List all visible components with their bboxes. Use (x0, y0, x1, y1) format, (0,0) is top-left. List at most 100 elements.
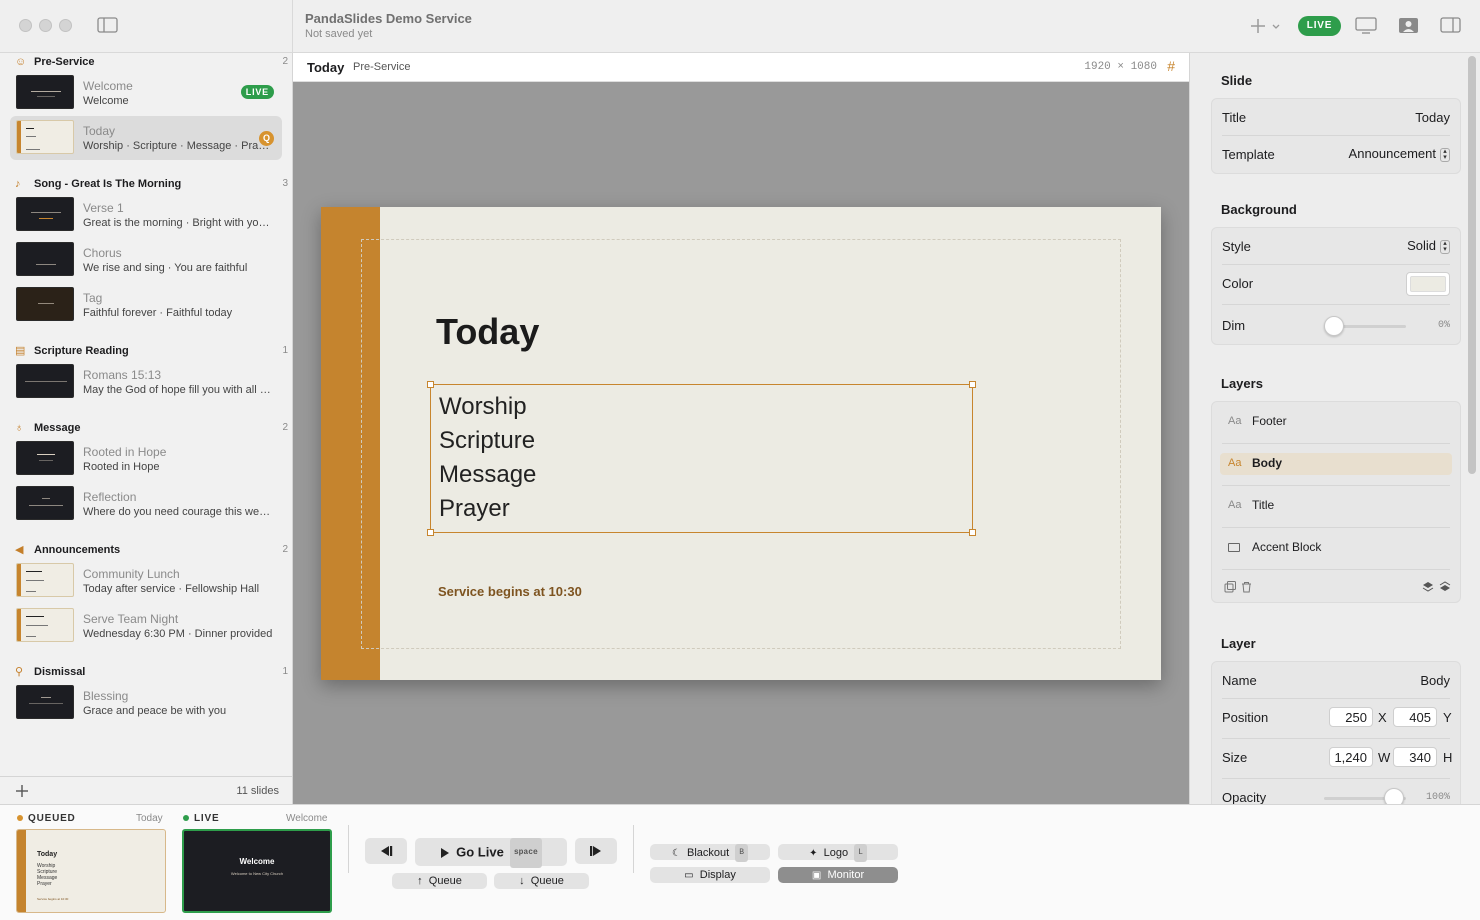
previous-icon (381, 846, 393, 856)
live-badge: LIVE (240, 85, 274, 99)
previous-slide-button[interactable] (365, 838, 407, 864)
slide-item-reflection[interactable]: Reflection Where do you need courage thi… (10, 482, 282, 526)
live-label: LIVE (194, 813, 220, 824)
resize-handle[interactable] (427, 381, 434, 388)
slide-item-today[interactable]: Today Worship · Scripture · Message · Pr… (10, 116, 282, 160)
slide-section-header: Slide (1221, 73, 1253, 88)
duplicate-layer-icon[interactable] (1224, 581, 1236, 593)
slide-item-serve-team-night[interactable]: Serve Team Night Wednesday 6:30 PM · Din… (10, 604, 282, 648)
minimize-window-button[interactable] (39, 19, 52, 32)
resize-handle[interactable] (969, 381, 976, 388)
size-width-field[interactable]: 1,240 (1329, 747, 1373, 767)
slide-thumbnail (16, 75, 74, 109)
slide-thumbnail (16, 197, 74, 231)
slide-footer-layer[interactable]: Service begins at 10:30 (438, 584, 582, 599)
body-line: Message (439, 461, 537, 488)
queued-label: QUEUED (28, 813, 76, 824)
slide-item-welcome[interactable]: Welcome Welcome LIVE (10, 71, 282, 115)
background-color-well[interactable] (1406, 272, 1450, 296)
size-height-field[interactable]: 340 (1393, 747, 1437, 767)
arrow-up-icon: ↑ (417, 875, 423, 887)
text-layer-icon: Aa (1228, 499, 1242, 511)
layer-row-title[interactable]: Aa Title (1220, 495, 1452, 517)
display-toggle-button[interactable]: ▭ Display (650, 867, 770, 883)
slide-preview[interactable]: Today Worship Scripture Message Prayer S… (321, 207, 1161, 680)
resolution-label: 1920 × 1080 (1084, 61, 1157, 73)
go-live-button[interactable]: Go Live space (415, 838, 567, 868)
grid-icon[interactable]: # (1167, 58, 1175, 74)
resize-handle[interactable] (427, 529, 434, 536)
stage-monitor-icon: ▣ (811, 870, 822, 881)
next-icon (590, 846, 601, 856)
layer-row-body[interactable]: Aa Body (1220, 453, 1452, 475)
sparkle-icon: ✦ (809, 847, 818, 859)
live-indicator-button[interactable]: LIVE (1298, 16, 1341, 36)
sidebar-footer: 11 slides (0, 776, 292, 804)
moon-icon: ☾ (671, 847, 681, 859)
blackout-button[interactable]: ☾ Blackout B (650, 844, 770, 862)
slide-count: 11 slides (236, 785, 279, 797)
slide-item-romans[interactable]: Romans 15:13 May the God of hope fill yo… (10, 360, 282, 404)
slide-item-community-lunch[interactable]: Community Lunch Today after service · Fe… (10, 559, 282, 603)
monitor-toggle-button[interactable]: ▣ Monitor (778, 867, 898, 883)
next-slide-button[interactable] (575, 838, 617, 864)
megaphone-icon: ◀ (15, 544, 24, 556)
resize-handle[interactable] (969, 529, 976, 536)
title-bar: PandaSlides Demo Service Not saved yet L… (0, 0, 1480, 53)
stage-monitor-icon[interactable] (1398, 17, 1419, 34)
position-y-field[interactable]: 405 (1393, 707, 1437, 727)
template-select[interactable]: Announcement ▴ ▾ (1349, 146, 1450, 162)
arrow-down-icon: ↓ (519, 875, 525, 887)
queued-dot (17, 815, 23, 821)
dim-slider-thumb[interactable] (1324, 316, 1344, 336)
inspector-toggle-icon[interactable] (1440, 17, 1461, 33)
send-backward-icon[interactable] (1439, 581, 1451, 593)
book-icon: ▤ (15, 345, 26, 357)
body-line: Worship (439, 393, 527, 420)
layer-row-footer[interactable]: Aa Footer (1220, 411, 1452, 433)
canvas-header: Today Pre-Service 1920 × 1080 # (293, 53, 1189, 82)
slide-title-value[interactable]: Today (1415, 110, 1450, 125)
layer-row-accent-block[interactable]: Accent Block (1220, 537, 1452, 559)
inspector-scrollbar[interactable] (1468, 56, 1476, 474)
slide-thumbnail (16, 608, 74, 642)
text-layer-icon: Aa (1228, 457, 1242, 469)
slide-item-tag[interactable]: Tag Faithful forever · Faithful today (10, 283, 282, 327)
queued-preview[interactable]: Today Worship Scripture Message Prayer Serv… (16, 829, 166, 913)
slide-title-layer[interactable]: Today (436, 311, 539, 353)
close-window-button[interactable] (19, 19, 32, 32)
slide-body-layer[interactable]: Worship Scripture Message Prayer (427, 381, 976, 536)
live-preview[interactable]: Welcome Welcome to New City Church (182, 829, 332, 913)
sidebar-toggle-icon[interactable] (97, 17, 118, 33)
divider (292, 0, 293, 53)
slide-item-chorus[interactable]: Chorus We rise and sing · You are faithf… (10, 238, 282, 282)
add-slide-button[interactable] (15, 784, 29, 798)
shape-layer-icon (1228, 543, 1240, 552)
slide-item-verse-1[interactable]: Verse 1 Great is the morning · Bright wi… (10, 193, 282, 237)
layers-section-header: Layers (1221, 376, 1263, 391)
queue-previous-button[interactable]: ↑ Queue (392, 873, 487, 889)
layer-name-value[interactable]: Body (1420, 673, 1450, 688)
background-section-header: Background (1221, 202, 1297, 217)
chevron-updown-icon: ▴ ▾ (1440, 147, 1450, 162)
bring-forward-icon[interactable] (1422, 581, 1434, 593)
layer-properties-group: Name Body Position 250 X 405 Y Size 1,24… (1211, 661, 1461, 821)
background-style-select[interactable]: Solid ▴ ▾ (1407, 238, 1450, 254)
opacity-value: 100% (1425, 792, 1450, 803)
slide-thumbnail (16, 120, 74, 154)
document-status: Not saved yet (305, 28, 373, 40)
add-menu-button[interactable] (1249, 17, 1283, 35)
current-section-name: Pre-Service (353, 61, 411, 73)
slide-item-rooted-in-hope[interactable]: Rooted in Hope Rooted in Hope (10, 437, 282, 481)
queue-next-button[interactable]: ↓ Queue (494, 873, 589, 889)
logo-button[interactable]: ✦ Logo L (778, 844, 898, 862)
display-icon[interactable] (1355, 17, 1377, 34)
display-icon: ▭ (684, 870, 694, 881)
walking-person-icon: ⚲ (15, 666, 24, 678)
delete-layer-icon[interactable] (1241, 581, 1252, 593)
layers-group: Aa Footer Aa Body Aa Title Accent Block (1211, 401, 1461, 603)
position-x-field[interactable]: 250 (1329, 707, 1373, 727)
chevron-updown-icon: ▴ ▾ (1440, 239, 1450, 254)
slide-item-blessing[interactable]: Blessing Grace and peace be with you (10, 681, 282, 725)
zoom-window-button[interactable] (59, 19, 72, 32)
